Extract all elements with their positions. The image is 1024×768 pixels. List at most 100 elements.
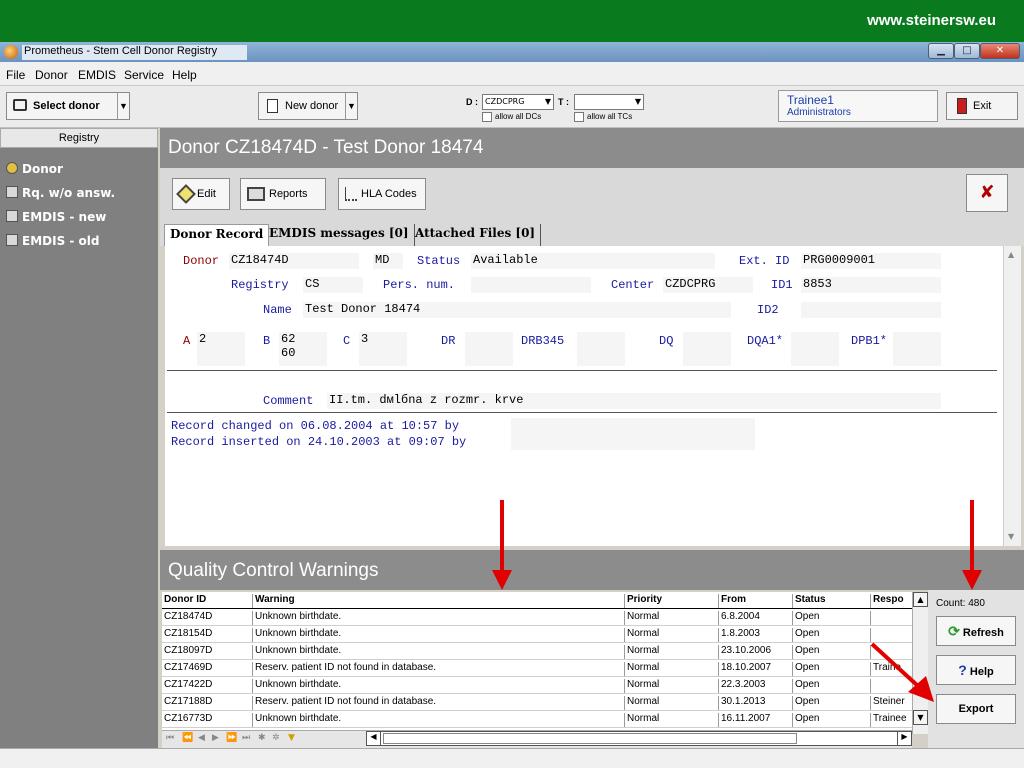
refresh-label: Refresh — [962, 627, 1004, 639]
reports-button[interactable]: Reports — [240, 178, 326, 210]
menu-emdis[interactable]: EMDIS — [78, 68, 116, 82]
chevron-right-icon[interactable]: ▶ — [897, 732, 911, 745]
hla-c-field[interactable]: 3 — [359, 332, 407, 366]
sidebar-header: Registry — [0, 128, 158, 148]
name-field[interactable]: Test Donor 18474 — [303, 302, 731, 318]
sidebar-item-emdis-new[interactable]: EMDIS - new — [6, 210, 106, 228]
refresh-button[interactable]: ⟳ Refresh — [936, 616, 1016, 646]
scroll-thumb[interactable] — [383, 733, 797, 744]
table-row[interactable]: CZ17188D Reserv. patient ID not found in … — [162, 694, 912, 711]
t-combo[interactable]: ▼ — [574, 94, 644, 110]
exit-label: Exit — [973, 100, 992, 112]
qc-warnings-table: Donor ID Warning Priority From Status Re… — [162, 592, 912, 734]
chevron-down-icon[interactable]: ▼ — [913, 710, 928, 725]
next-icon[interactable]: ▶ — [212, 733, 219, 743]
pers-num-field[interactable] — [471, 277, 591, 293]
donor-id-field[interactable]: CZ18474D — [229, 253, 359, 269]
allow-dcs-label: allow all DCs — [495, 112, 542, 121]
hla-drb345-field[interactable] — [577, 332, 625, 366]
annotation-arrow — [962, 500, 982, 590]
menu-service[interactable]: Service — [124, 68, 164, 82]
qc-warnings-title: Quality Control Warnings — [160, 550, 1024, 590]
select-donor-icon — [13, 99, 27, 111]
registry-field[interactable]: CS — [303, 277, 363, 293]
minimize-button[interactable]: ▁ — [928, 43, 954, 59]
column-header[interactable]: Priority — [624, 594, 718, 608]
table-cell: 6.8.2004 — [718, 611, 792, 625]
maximize-button[interactable]: □ — [954, 43, 980, 59]
comment-field[interactable]: II.tm. dмlбna z rozmr. krve — [327, 393, 941, 409]
new-donor-button[interactable]: New donor ▼ — [258, 92, 358, 120]
md-field[interactable]: MD — [373, 253, 403, 269]
last-page-icon[interactable]: ⏭ — [242, 733, 250, 743]
table-row[interactable]: CZ18154D Unknown birthdate. Normal 1.8.2003… — [162, 626, 912, 643]
prev-page-icon[interactable]: ⏪ — [182, 733, 193, 743]
column-header[interactable]: Warning — [252, 594, 624, 608]
export-button[interactable]: Export — [936, 694, 1016, 724]
tab-donor-record[interactable]: Donor Record — [164, 224, 270, 246]
column-header[interactable]: Donor ID — [162, 594, 252, 608]
hla-codes-button[interactable]: HLA Codes — [338, 178, 426, 210]
status-bar — [0, 748, 1024, 768]
center-field[interactable]: CZDCPRG — [663, 277, 753, 293]
divider — [167, 412, 997, 413]
chevron-down-icon[interactable]: ▼ — [1008, 532, 1014, 541]
menu-help[interactable]: Help — [172, 68, 197, 82]
table-cell: CZ17469D — [164, 662, 213, 673]
sidebar-item-emdis-old[interactable]: EMDIS - old — [6, 234, 100, 252]
hla-b-field[interactable]: 62 60 — [279, 332, 327, 366]
table-row[interactable]: CZ17422D Unknown birthdate. Normal 22.3.200… — [162, 677, 912, 694]
first-page-icon[interactable]: ⏮ — [166, 733, 174, 743]
close-window-button[interactable]: ✕ — [980, 43, 1020, 59]
reports-label: Reports — [269, 188, 308, 200]
hla-dq-field[interactable] — [683, 332, 731, 366]
prev-icon[interactable]: ◀ — [198, 733, 205, 743]
column-header[interactable]: Status — [792, 594, 870, 608]
qc-horizontal-scrollbar[interactable]: ◀ ▶ — [366, 731, 912, 746]
hla-dqa1-field[interactable] — [791, 332, 839, 366]
hla-dpb1-field[interactable] — [893, 332, 941, 366]
table-row[interactable]: CZ16773D Unknown birthdate. Normal 16.11.20… — [162, 711, 912, 728]
sidebar-item-requests[interactable]: Rq. w/o answ. — [6, 186, 115, 204]
app-icon — [4, 45, 18, 59]
chevron-down-icon[interactable]: ▼ — [117, 93, 129, 119]
column-header[interactable]: From — [718, 594, 792, 608]
table-cell: Open — [792, 611, 870, 625]
next-page-icon[interactable]: ⏩ — [226, 733, 237, 743]
tab-attached-files[interactable]: Attached Files [0] — [410, 224, 542, 246]
table-row[interactable]: CZ17469D Reserv. patient ID not found in … — [162, 660, 912, 677]
chevron-left-icon[interactable]: ◀ — [367, 732, 381, 745]
chevron-up-icon[interactable]: ▲ — [913, 592, 928, 607]
select-donor-button[interactable]: Select donor ▼ — [6, 92, 130, 120]
asterisk-icon[interactable]: ✱ — [258, 733, 266, 743]
hla-a-field[interactable]: 2 — [197, 332, 245, 366]
help-button[interactable]: ? Help — [936, 655, 1016, 685]
chevron-up-icon[interactable]: ▲ — [1008, 250, 1014, 259]
table-row[interactable]: CZ18097D Unknown birthdate. Normal 23.10.20… — [162, 643, 912, 660]
hla-dr-field[interactable] — [465, 332, 513, 366]
d-combo[interactable]: CZDCPRG ▼ — [482, 94, 554, 110]
status-field[interactable]: Available — [471, 253, 715, 269]
table-cell: Trainee — [870, 713, 912, 727]
menu-file[interactable]: File — [6, 68, 25, 82]
menu-donor[interactable]: Donor — [35, 68, 68, 82]
exit-button[interactable]: Exit — [946, 92, 1018, 120]
ext-id-field[interactable]: PRG0009001 — [801, 253, 941, 269]
page-title: Donor CZ18474D - Test Donor 18474 — [160, 128, 1024, 168]
sidebar-item-donor[interactable]: Donor — [6, 162, 63, 180]
tab-emdis-messages[interactable]: EMDIS messages [0] — [264, 224, 415, 246]
record-scrollbar[interactable]: ▲ ▼ — [1003, 246, 1021, 546]
close-record-button[interactable]: ✘ — [966, 174, 1008, 212]
id1-field[interactable]: 8853 — [801, 277, 941, 293]
t-label: T : — [558, 97, 569, 107]
filter-icon[interactable]: ▼ — [288, 733, 295, 743]
edit-button[interactable]: Edit — [172, 178, 230, 210]
id2-field[interactable] — [801, 302, 941, 318]
allow-tcs-checkbox[interactable] — [574, 112, 584, 122]
table-row[interactable]: CZ18474D Unknown birthdate. Normal 6.8.2004… — [162, 609, 912, 626]
asterisk-marked-icon[interactable]: ✲ — [272, 733, 280, 743]
allow-dcs-checkbox[interactable] — [482, 112, 492, 122]
column-header[interactable]: Respo — [870, 594, 912, 608]
banner: www.steinersw.eu — [0, 0, 1024, 42]
chevron-down-icon[interactable]: ▼ — [345, 93, 357, 119]
